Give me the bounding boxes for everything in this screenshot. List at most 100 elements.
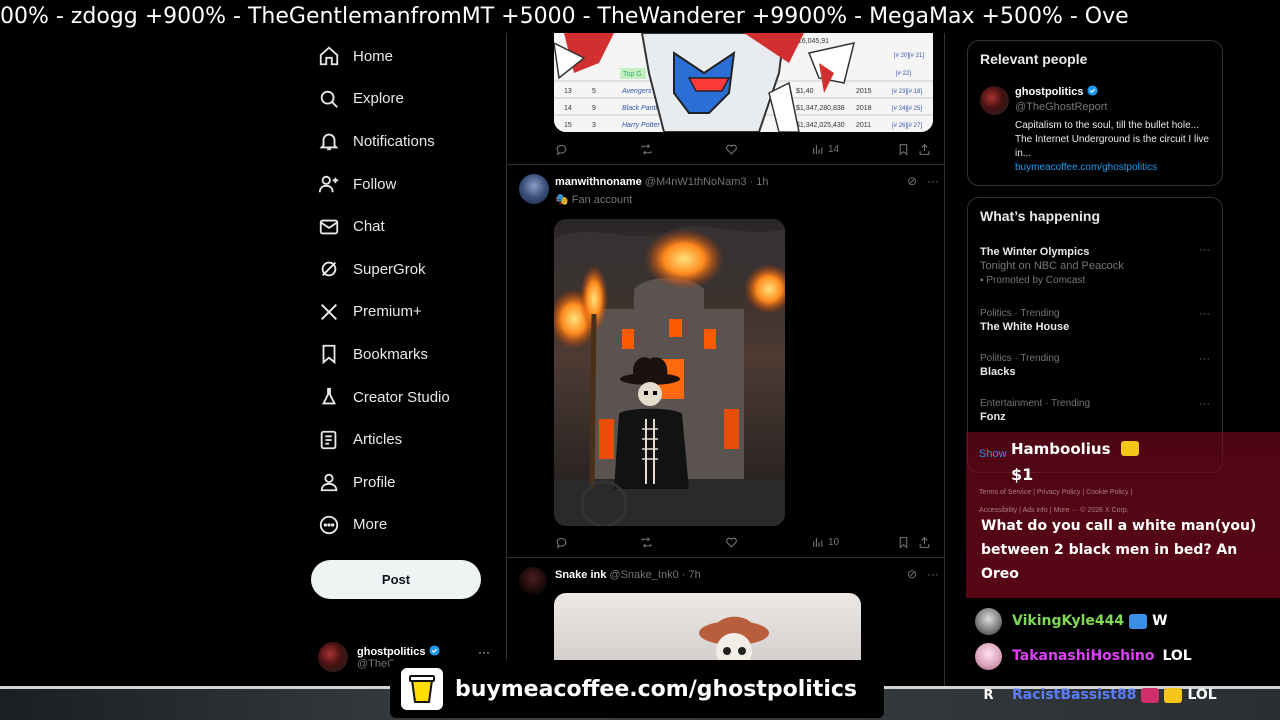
tweet-image[interactable]: 13 5 Avengers $1,40 2015 [# 23][# 18] 14… — [554, 33, 933, 132]
sidebar-item-articles[interactable]: Articles — [310, 418, 500, 461]
chat-message: TakanashiHoshino LOL — [975, 641, 1192, 671]
sidebar-item-follow[interactable]: Follow — [310, 163, 500, 206]
avatar[interactable] — [980, 86, 1009, 115]
more-icon[interactable]: ··· — [1199, 244, 1210, 256]
table-cell: [# 26][# 27] — [892, 123, 922, 129]
table-cell: [# 23][# 18] — [892, 89, 922, 95]
author-handle[interactable]: @M4nW1thNoNam3 — [645, 176, 747, 188]
account-more-icon[interactable]: ··· — [478, 645, 490, 659]
bookmark-button[interactable] — [897, 536, 910, 549]
trend-item[interactable]: Entertainment · Trending Fonz ··· — [980, 398, 1210, 423]
avatar: R — [983, 687, 994, 703]
views-count: 10 — [828, 536, 840, 548]
trend-item[interactable]: Politics · Trending The White House ··· — [980, 308, 1210, 333]
person-name[interactable]: ghostpolitics — [1015, 86, 1083, 98]
sidebar-item-explore[interactable]: Explore — [310, 78, 500, 121]
post-button[interactable]: Post — [311, 560, 481, 599]
card-title: Relevant people — [980, 51, 1088, 67]
share-button[interactable] — [918, 143, 931, 156]
more-icon[interactable]: ··· — [1199, 398, 1210, 410]
more-icon[interactable]: ··· — [1199, 353, 1210, 365]
bookmark-icon — [899, 143, 908, 156]
table-cell: 9 — [592, 105, 596, 112]
table-cell: 5 — [592, 88, 596, 95]
relevant-people-card: Relevant people ghostpolitics @TheGhostR… — [967, 40, 1223, 186]
tweet-image[interactable] — [554, 593, 861, 663]
chat-text: LOL — [1162, 648, 1192, 664]
show-more-link[interactable]: Show — [979, 448, 1007, 460]
tweet-time[interactable]: · 1h — [750, 176, 769, 188]
sidebar-item-label: SuperGrok — [353, 260, 426, 278]
article-icon — [320, 430, 337, 449]
tweet-header: manwithnoname @M4nW1thNoNam3 · 1h 🎭 Fan … — [519, 174, 939, 214]
more-icon[interactable]: ··· — [927, 174, 939, 188]
share-button[interactable] — [918, 536, 931, 549]
avatar[interactable] — [519, 174, 549, 204]
tweet-actions: 14 — [555, 140, 935, 158]
sidebar-item-home[interactable]: Home — [310, 35, 500, 78]
tweet-image-art: 13 5 Avengers $1,40 2015 [# 23][# 18] 14… — [554, 33, 933, 132]
avatar — [975, 607, 1002, 635]
tweet-image[interactable] — [554, 219, 785, 526]
bell-icon — [319, 134, 339, 151]
views-button[interactable]: 14 — [811, 143, 839, 156]
sidebar-item-label: Articles — [353, 431, 403, 449]
sidebar-item-premium[interactable]: Premium+ — [310, 291, 500, 334]
more-circle-icon — [319, 515, 339, 534]
reply-button[interactable] — [555, 143, 568, 156]
grok-icon[interactable]: ⊘ — [907, 567, 917, 581]
coffee-cup-icon — [401, 668, 443, 710]
sidebar-item-label: Notifications — [353, 132, 435, 150]
fan-account-label: Fan account — [571, 194, 633, 206]
views-button[interactable]: 10 — [811, 536, 839, 549]
sidebar-item-label: More — [353, 516, 388, 534]
table-cell: Avengers — [621, 88, 652, 95]
sidebar-item-more[interactable]: More — [310, 504, 500, 547]
grok-icon[interactable]: ⊘ — [907, 174, 917, 188]
footer-links[interactable]: Accessibility | Ads info | More ··· © 20… — [979, 507, 1129, 514]
author-name[interactable]: Snake ink — [555, 569, 606, 581]
table-cell: $1,342,025,430 — [796, 122, 845, 129]
table-cell: $1,40 — [796, 88, 814, 95]
repost-button[interactable] — [640, 143, 653, 156]
person-icon — [320, 473, 338, 492]
sidebar-item-label: Follow — [353, 175, 397, 193]
avatar[interactable] — [519, 567, 547, 595]
footer-links[interactable]: Terms of Service | Privacy Policy | Cook… — [979, 489, 1132, 496]
sub-badge-icon — [1120, 441, 1139, 456]
like-button[interactable] — [725, 536, 738, 549]
trend-item[interactable]: Politics · Trending Blacks ··· — [980, 353, 1210, 378]
tweet-actions: 10 — [555, 533, 935, 551]
reply-button[interactable] — [555, 536, 568, 549]
person-link[interactable]: buymeacoffee.com/ghostpolitics — [1015, 162, 1157, 173]
bookmark-button[interactable] — [897, 143, 910, 156]
timeline: 13 5 Avengers $1,40 2015 [# 23][# 18] 14… — [506, 33, 945, 720]
sidebar-item-bookmarks[interactable]: Bookmarks — [310, 333, 500, 376]
sub-badge-icon — [1129, 613, 1148, 629]
trend-title: The Winter Olympics — [980, 246, 1090, 258]
repost-button[interactable] — [640, 536, 653, 549]
author-handle[interactable]: @Snake_Ink0 — [609, 569, 678, 581]
person-handle: @TheGhostReport — [1015, 101, 1108, 113]
promoted-label: Promoted by Comcast — [986, 275, 1086, 286]
chat-username: VikingKyle444 — [1012, 613, 1125, 629]
sidebar-item-supergrok[interactable]: SuperGrok — [310, 248, 500, 291]
sidebar-item-profile[interactable]: Profile — [310, 461, 500, 504]
tweet-image-art — [699, 616, 769, 663]
sidebar-item-chat[interactable]: Chat — [310, 205, 500, 248]
more-icon[interactable]: ··· — [1199, 308, 1210, 320]
sidebar-item-creator-studio[interactable]: Creator Studio — [310, 376, 500, 419]
author-name[interactable]: manwithnoname — [555, 176, 642, 188]
sidebar-item-label: Home — [353, 47, 394, 65]
trend-item[interactable]: The Winter Olympics Tonight on NBC and P… — [980, 244, 1210, 286]
tweet-menu[interactable]: ⊘ ··· — [907, 567, 939, 581]
tweet-time[interactable]: · 7h — [682, 569, 701, 581]
sidebar-item-notifications[interactable]: Notifications — [310, 120, 500, 163]
more-icon[interactable]: ··· — [927, 567, 939, 581]
like-button[interactable] — [725, 143, 738, 156]
table-cell: 13 — [564, 88, 572, 95]
tweet-menu[interactable]: ⊘ ··· — [907, 174, 939, 188]
account-name: ghostpolitics — [357, 645, 426, 658]
promoted-icon: ▪ — [980, 275, 984, 286]
stream-ticker: 00% - zdogg +900% - TheGentlemanfromMT +… — [0, 0, 1280, 33]
